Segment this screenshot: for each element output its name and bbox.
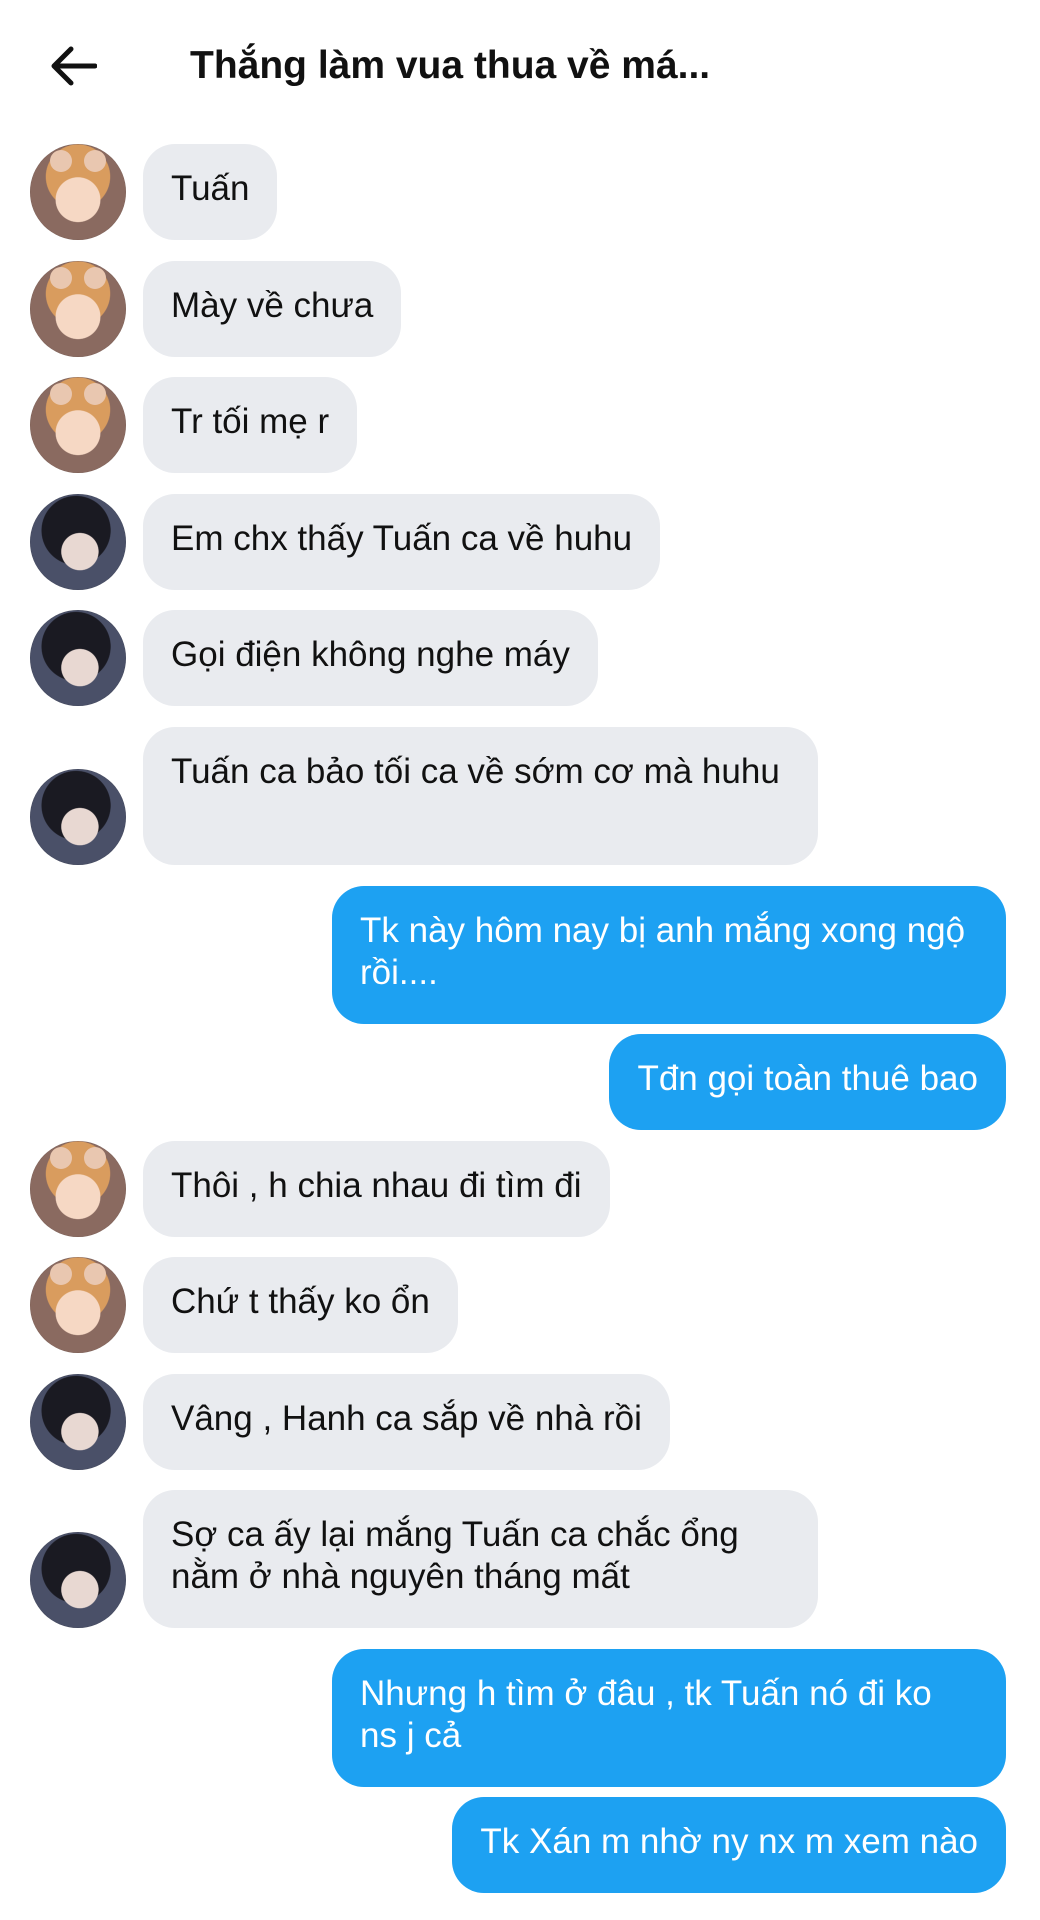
- avatar[interactable]: [30, 1257, 126, 1353]
- message-bubble[interactable]: Tuấn ca bảo tối ca về sớm cơ mà huhu: [143, 727, 818, 865]
- message-row: Nhưng h tìm ở đâu , tk Tuấn nó đi ko ns …: [0, 1649, 1040, 1787]
- message-row: Tk Xán m nhờ ny nx m xem nào: [0, 1797, 1040, 1893]
- message-bubble[interactable]: Gọi điện không nghe máy: [143, 610, 598, 706]
- message-bubble[interactable]: Thôi , h chia nhau đi tìm đi: [143, 1141, 610, 1237]
- message-row: Tuấn: [0, 144, 1040, 240]
- message-row: Vâng , Hanh ca sắp về nhà rồi: [0, 1374, 1040, 1470]
- avatar[interactable]: [30, 769, 126, 865]
- message-row: Tr tối mẹ r: [0, 377, 1040, 473]
- avatar[interactable]: [30, 1532, 126, 1628]
- message-bubble[interactable]: Tđn gọi toàn thuê bao: [609, 1034, 1006, 1130]
- back-button[interactable]: [38, 38, 108, 94]
- message-bubble[interactable]: Tk Xán m nhờ ny nx m xem nào: [452, 1797, 1006, 1893]
- message-bubble[interactable]: Em chx thấy Tuấn ca về huhu: [143, 494, 661, 590]
- avatar[interactable]: [30, 377, 126, 473]
- message-bubble[interactable]: Tr tối mẹ r: [143, 377, 358, 473]
- message-row: Tk này hôm nay bị anh mắng xong ngộ rồi.…: [0, 886, 1040, 1024]
- message-bubble[interactable]: Tuấn: [143, 144, 278, 240]
- message-bubble[interactable]: Vâng , Hanh ca sắp về nhà rồi: [143, 1374, 670, 1470]
- message-row: Tđn gọi toàn thuê bao: [0, 1034, 1040, 1130]
- avatar[interactable]: [30, 261, 126, 357]
- message-bubble[interactable]: Tk này hôm nay bị anh mắng xong ngộ rồi.…: [332, 886, 1006, 1024]
- avatar[interactable]: [30, 494, 126, 590]
- avatar[interactable]: [30, 1374, 126, 1470]
- arrow-left-icon: [51, 46, 97, 86]
- message-bubble[interactable]: Sợ ca ấy lại mắng Tuấn ca chắc ổng nằm ở…: [143, 1490, 818, 1628]
- message-bubble[interactable]: Chứ t thấy ko ổn: [143, 1257, 458, 1353]
- message-bubble[interactable]: Nhưng h tìm ở đâu , tk Tuấn nó đi ko ns …: [332, 1649, 1006, 1787]
- message-row: Tuấn ca bảo tối ca về sớm cơ mà huhu: [0, 727, 1040, 865]
- conversation-title: Thắng làm vua thua về má...: [190, 44, 711, 87]
- chat-header: Thắng làm vua thua về má...: [0, 0, 1040, 130]
- message-row: Mày về chưa: [0, 261, 1040, 357]
- message-row: Em chx thấy Tuấn ca về huhu: [0, 494, 1040, 590]
- avatar[interactable]: [30, 144, 126, 240]
- message-bubble[interactable]: Mày về chưa: [143, 261, 402, 357]
- message-row: Gọi điện không nghe máy: [0, 610, 1040, 706]
- avatar[interactable]: [30, 610, 126, 706]
- avatar[interactable]: [30, 1141, 126, 1237]
- message-row: Sợ ca ấy lại mắng Tuấn ca chắc ổng nằm ở…: [0, 1490, 1040, 1628]
- message-row: Thôi , h chia nhau đi tìm đi: [0, 1141, 1040, 1237]
- message-row: Chứ t thấy ko ổn: [0, 1257, 1040, 1353]
